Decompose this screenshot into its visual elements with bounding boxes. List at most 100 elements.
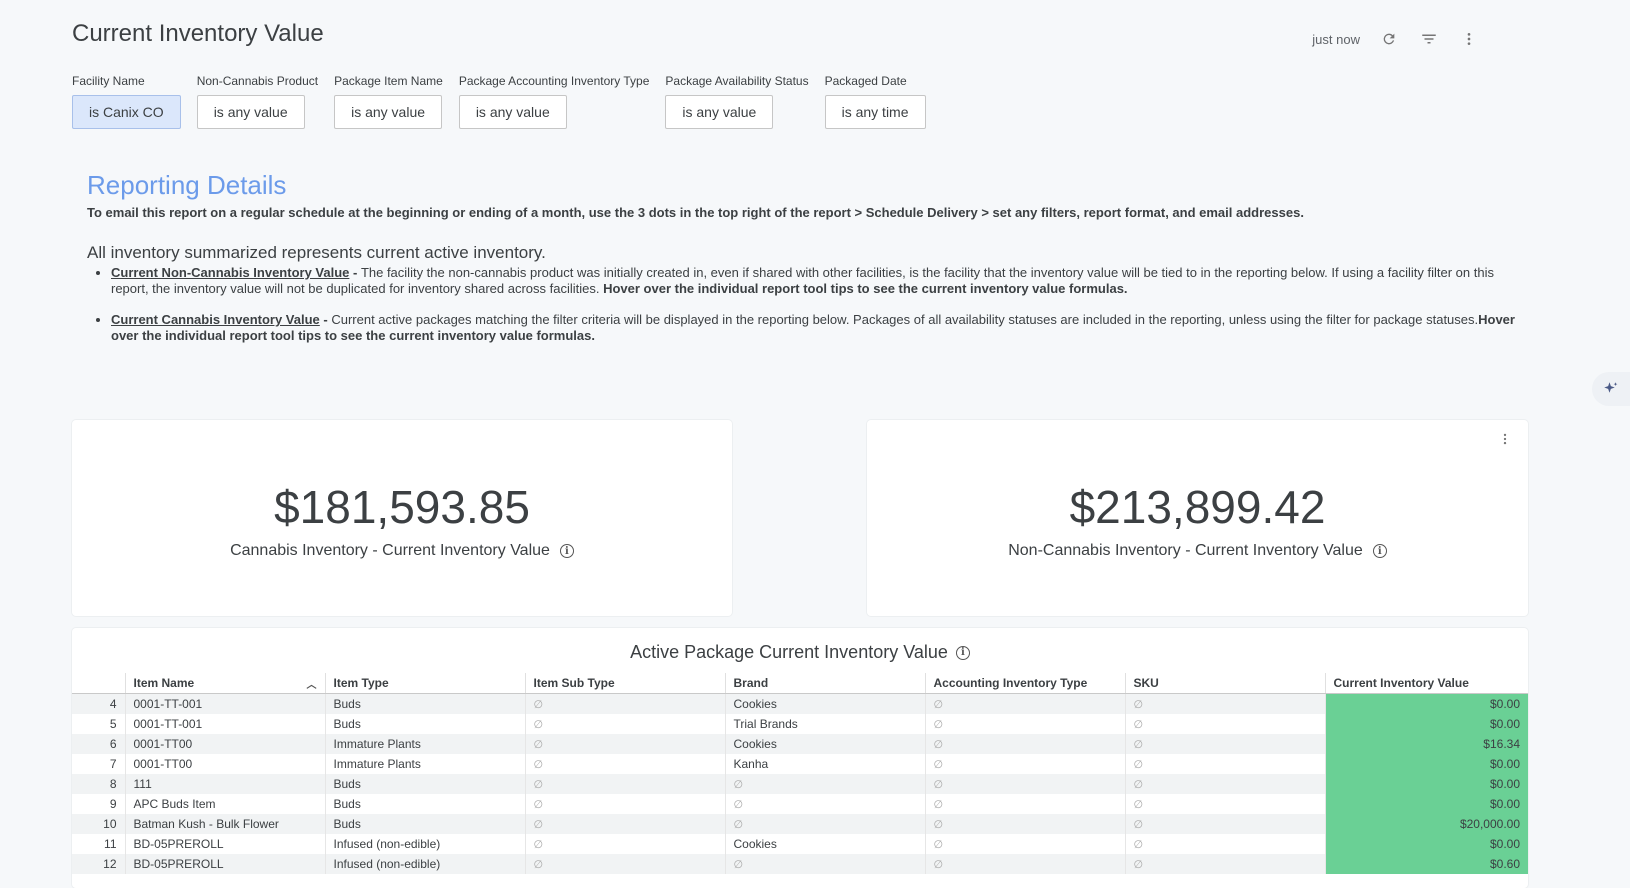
row-index: 5 (109, 717, 117, 731)
table-cell: ∅ (524, 834, 725, 854)
schedule-note: To email this report on a regular schedu… (87, 205, 1304, 220)
table-cell: $20,000.00 (1324, 814, 1528, 834)
table-cell: ∅ (1124, 754, 1325, 774)
table-cell: Immature Plants (324, 754, 525, 774)
column-header[interactable]: Current Inventory Value (1324, 673, 1528, 694)
page-title: Current Inventory Value (72, 20, 324, 47)
table-row[interactable]: 11 BD-05PREROLL Infused (non-edible) ∅ Cooki… (72, 834, 1528, 854)
definition-term: Current Cannabis Inventory Value (111, 312, 320, 327)
sort-asc-icon[interactable]: ︿ (307, 676, 317, 691)
table-cell: ∅ (924, 854, 1125, 874)
column-header[interactable]: Item Name ︿ (124, 673, 325, 694)
table-cell: ∅ (524, 754, 725, 774)
table-cell: ∅ (1124, 714, 1325, 734)
filter-availability-status-button[interactable]: is any value (665, 95, 774, 129)
sparkle-icon[interactable] (1592, 372, 1630, 406)
definition-cannabis: Current Cannabis Inventory Value - Curre… (111, 312, 1517, 344)
info-icon[interactable]: i (955, 645, 970, 660)
filter-facility-name: Facility Name is Canix CO (72, 74, 181, 129)
column-header[interactable]: Item Type (324, 673, 525, 694)
table-cell: Cookies (724, 834, 925, 854)
table-cell: ∅ (924, 693, 1125, 714)
table-cell: Trial Brands (724, 714, 925, 734)
table-cell: Buds (324, 774, 525, 794)
table-cell: $0.00 (1324, 754, 1528, 774)
kpi-caption: Cannabis Inventory - Current Inventory V… (72, 542, 732, 560)
row-index: 11 (104, 837, 117, 851)
kpi-label: Cannabis Inventory - Current Inventory V… (230, 542, 550, 559)
table-cell: ∅ (1124, 693, 1325, 714)
info-icon[interactable]: i (1372, 544, 1387, 558)
definition-list: Current Non-Cannabis Inventory Value - T… (87, 265, 1517, 344)
table-cell: Buds (324, 814, 525, 834)
table-row[interactable]: 12 BD-05PREROLL Infused (non-edible) ∅ ∅ ∅ ∅ $0… (72, 854, 1528, 874)
filter-bar: Facility Name is Canix CO Non-Cannabis P… (72, 74, 942, 129)
definition-hint: Hover over the individual report tool ti… (603, 281, 1128, 296)
table-row[interactable]: 8 111 Buds ∅ ∅ ∅ ∅ $0.00 (72, 774, 1528, 794)
refresh-icon[interactable] (1378, 28, 1400, 50)
table-row[interactable]: 4 0001-TT-001 Buds ∅ Cookies ∅ ∅ $0.00 (72, 693, 1528, 714)
column-header[interactable]: Brand (724, 673, 925, 694)
table-cell: $0.00 (1324, 774, 1528, 794)
filter-packaged-date: Packaged Date is any time (824, 74, 926, 129)
table-cell: ∅ (524, 734, 725, 754)
table-cell: 0001-TT00 (124, 734, 325, 754)
filter-non-cannabis-product: Non-Cannabis Product is any value (196, 74, 318, 129)
kpi-value: $181,593.85 (274, 481, 530, 533)
table-cell: Kanha (724, 754, 925, 774)
table-row[interactable]: 7 0001-TT00 Immature Plants ∅ Kanha ∅ ∅ $0.00 (72, 754, 1528, 774)
table-row[interactable]: 10 Batman Kush - Bulk Flower Buds ∅ ∅ ∅ ∅ $20,0… (72, 814, 1528, 834)
table-title: Active Package Current Inventory Value i (72, 642, 1528, 663)
column-header[interactable]: SKU (1124, 673, 1325, 694)
more-vertical-icon[interactable] (1498, 432, 1512, 451)
table-cell: 0001-TT-001 (124, 693, 325, 714)
table-title-text: Active Package Current Inventory Value (630, 642, 948, 662)
table-row[interactable]: 6 0001-TT00 Immature Plants ∅ Cookies ∅ ∅ $16.3… (72, 734, 1528, 754)
table-row[interactable]: 9 APC Buds Item Buds ∅ ∅ ∅ ∅ $0.00 (72, 794, 1528, 814)
table-cell: ∅ (1124, 734, 1325, 754)
filter-package-item-name: Package Item Name is any value (334, 74, 443, 129)
table-cell: Batman Kush - Bulk Flower (124, 814, 325, 834)
inventory-table: Item Name ︿ Item Type Item Sub Type Brand… (72, 673, 1528, 874)
definition-text: Current active packages matching the fil… (331, 312, 1479, 327)
table-cell: ∅ (524, 714, 725, 734)
filter-label: Package Item Name (334, 74, 443, 88)
table-row[interactable]: 5 0001-TT-001 Buds ∅ Trial Brands ∅ ∅ $0.00 (72, 714, 1528, 734)
filter-packaged-date-button[interactable]: is any time (824, 95, 926, 129)
table-cell: APC Buds Item (124, 794, 325, 814)
column-header[interactable]: Accounting Inventory Type (924, 673, 1125, 694)
row-index: 10 (72, 814, 125, 834)
table-cell: $0.60 (1324, 854, 1528, 874)
table-cell: $0.00 (1324, 794, 1528, 814)
table-cell: ∅ (724, 794, 925, 814)
filter-accounting-inventory-type-button[interactable]: is any value (458, 95, 567, 129)
column-header[interactable]: Item Sub Type (524, 673, 725, 694)
table-cell: ∅ (524, 794, 725, 814)
row-index: 12 (72, 854, 125, 874)
table-cell: $0.00 (1324, 693, 1528, 714)
filter-label: Packaged Date (824, 74, 907, 88)
row-index: 9 (109, 797, 117, 811)
table-cell: Buds (324, 693, 525, 714)
filter-facility-name-button[interactable]: is Canix CO (72, 95, 181, 129)
table-header-row: Item Name ︿ Item Type Item Sub Type Brand… (72, 673, 1528, 694)
table-cell: ∅ (1124, 854, 1325, 874)
inventory-summary: All inventory summarized represents curr… (87, 243, 546, 262)
table-cell: $0.00 (1324, 714, 1528, 734)
table-cell: Infused (non-edible) (324, 854, 525, 874)
info-icon[interactable]: i (559, 544, 574, 558)
row-index: 6 (72, 734, 125, 754)
table-cell: ∅ (924, 794, 1125, 814)
table-cell: ∅ (524, 814, 725, 834)
filter-icon[interactable] (1418, 28, 1440, 50)
kpi-label: Non-Cannabis Inventory - Current Invento… (1008, 542, 1363, 559)
table-cell: ∅ (724, 774, 925, 794)
definition-non-cannabis: Current Non-Cannabis Inventory Value - T… (111, 265, 1517, 297)
filter-package-item-name-button[interactable]: is any value (334, 95, 443, 129)
kpi-caption: Non-Cannabis Inventory - Current Invento… (867, 542, 1528, 560)
table-cell: ∅ (924, 754, 1125, 774)
more-vertical-icon[interactable] (1458, 28, 1480, 50)
filter-non-cannabis-product-button[interactable]: is any value (196, 95, 305, 129)
table-cell: ∅ (724, 814, 925, 834)
table-cell: 0001-TT-001 (124, 714, 325, 734)
